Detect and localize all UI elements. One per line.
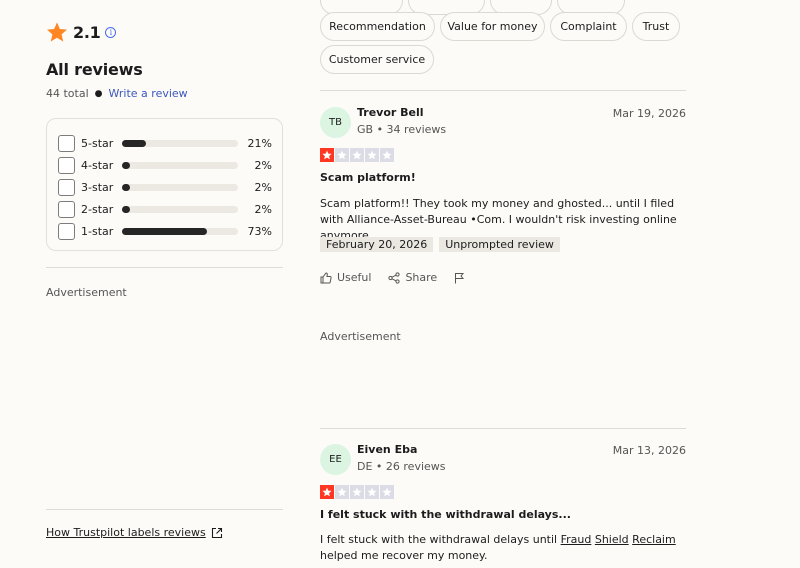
star-empty-icon — [365, 148, 379, 162]
dist-bar-track — [122, 227, 238, 235]
dist-percent: 2% — [254, 180, 272, 194]
filter-checkbox-5-star[interactable] — [58, 134, 75, 152]
separator-dot: ● — [94, 88, 103, 99]
chip-customer-service[interactable]: Customer service — [320, 45, 434, 74]
advertisement-label: Advertisement — [320, 330, 401, 343]
review-body-link[interactable]: Shield — [595, 533, 629, 546]
dist-bar-fill — [122, 183, 130, 191]
review-tags: February 20, 2026 Unprompted review — [320, 237, 560, 252]
useful-button[interactable]: Useful — [320, 271, 371, 284]
star-filled-icon — [320, 485, 334, 499]
flag-icon — [455, 272, 465, 283]
filter-checkbox-2-star[interactable] — [58, 200, 75, 218]
dist-percent: 73% — [247, 224, 272, 238]
avatar[interactable]: TB — [320, 107, 351, 138]
chip-complaint[interactable]: Complaint — [550, 12, 627, 41]
share-icon — [388, 271, 401, 284]
thumbs-up-icon — [320, 271, 332, 283]
dist-label: 1-star — [81, 224, 114, 238]
star-empty-icon — [335, 485, 349, 499]
dist-row-5[interactable]: 5-star 21% — [58, 132, 272, 154]
dist-row-3[interactable]: 3-star 2% — [58, 176, 272, 198]
chip-trust[interactable]: Trust — [632, 12, 680, 41]
dist-percent: 2% — [254, 202, 272, 216]
reviewer-meta: GB • 34 reviews — [357, 123, 447, 136]
star-rating — [320, 485, 394, 499]
divider — [320, 90, 686, 91]
overall-rating: 2.1 i — [46, 21, 117, 43]
review-date: Mar 13, 2026 — [612, 444, 686, 457]
dist-bar-track — [122, 161, 238, 169]
dist-bar-track — [122, 183, 238, 191]
star-empty-icon — [380, 485, 394, 499]
dist-row-2[interactable]: 2-star 2% — [58, 198, 272, 220]
total-count: 44 total — [46, 87, 89, 100]
how-trustpilot-labels-text: How Trustpilot labels reviews — [46, 526, 206, 539]
useful-label: Useful — [337, 271, 372, 284]
filter-checkbox-4-star[interactable] — [58, 156, 75, 174]
reviews-column: Recommendation Value for money Complaint… — [320, 0, 686, 568]
report-button[interactable] — [454, 272, 470, 284]
dist-label: 5-star — [81, 136, 114, 150]
dist-bar-track — [122, 205, 238, 213]
rating-value: 2.1 — [73, 22, 101, 42]
dist-row-1[interactable]: 1-star 73% — [58, 220, 272, 242]
star-distribution-filter: 5-star 21% 4-star 2% 3-star 2% 2-star 2%… — [46, 118, 283, 251]
dist-percent: 2% — [254, 158, 272, 172]
reviewer-meta: DE • 26 reviews — [357, 460, 446, 473]
dist-bar-fill — [122, 205, 130, 213]
how-trustpilot-labels-link[interactable]: How Trustpilot labels reviews — [46, 526, 223, 539]
review-body-link[interactable]: Reclaim — [632, 533, 676, 546]
chip-value-for-money[interactable]: Value for money — [440, 12, 545, 41]
review-actions: Useful Share — [320, 271, 487, 284]
divider — [46, 509, 283, 510]
filter-checkbox-3-star[interactable] — [58, 178, 75, 196]
dist-bar-fill — [122, 161, 130, 169]
chip-recommendation[interactable]: Recommendation — [320, 12, 435, 41]
reviewer-name[interactable]: Eiven Eba — [357, 443, 417, 456]
review-body-link[interactable]: Fraud — [561, 533, 592, 546]
unprompted-review-tag[interactable]: Unprompted review — [439, 237, 560, 252]
review-count-line: 44 total ● Write a review — [46, 87, 188, 100]
review-title[interactable]: Scam platform! — [320, 171, 416, 184]
dist-label: 4-star — [81, 158, 114, 172]
review-body-text: I felt stuck with the withdrawal delays … — [320, 533, 561, 546]
dist-label: 2-star — [81, 202, 114, 216]
divider — [320, 428, 686, 429]
dist-label: 3-star — [81, 180, 114, 194]
write-review-link[interactable]: Write a review — [109, 87, 188, 100]
star-empty-icon — [350, 148, 364, 162]
star-empty-icon — [365, 485, 379, 499]
dist-bar-fill — [122, 139, 147, 147]
review-body: I felt stuck with the withdrawal delays … — [320, 532, 686, 564]
avatar[interactable]: EE — [320, 444, 351, 475]
star-empty-icon — [335, 148, 349, 162]
star-icon — [47, 22, 67, 42]
star-empty-icon — [350, 485, 364, 499]
share-button[interactable]: Share — [388, 271, 437, 284]
star-filled-icon — [320, 148, 334, 162]
external-link-icon — [211, 527, 222, 538]
star-empty-icon — [380, 148, 394, 162]
experience-date-tag: February 20, 2026 — [320, 237, 434, 252]
review-title[interactable]: I felt stuck with the withdrawal delays.… — [320, 508, 571, 521]
review-date: Mar 19, 2026 — [612, 107, 686, 120]
dist-bar-fill — [122, 227, 207, 235]
star-rating — [320, 148, 394, 162]
filter-checkbox-1-star[interactable] — [58, 222, 75, 240]
dist-bar-track — [122, 139, 238, 147]
dist-row-4[interactable]: 4-star 2% — [58, 154, 272, 176]
advertisement-label: Advertisement — [46, 286, 127, 299]
share-label: Share — [405, 271, 438, 284]
dist-percent: 21% — [247, 136, 272, 150]
info-icon[interactable]: i — [105, 26, 117, 38]
all-reviews-heading: All reviews — [46, 60, 143, 79]
reviewer-name[interactable]: Trevor Bell — [357, 106, 424, 119]
review-summary: 2.1 i All reviews 44 total ● Write a rev… — [46, 0, 283, 568]
review-body-text: helped me recover my money. — [320, 549, 488, 562]
divider — [46, 267, 283, 268]
